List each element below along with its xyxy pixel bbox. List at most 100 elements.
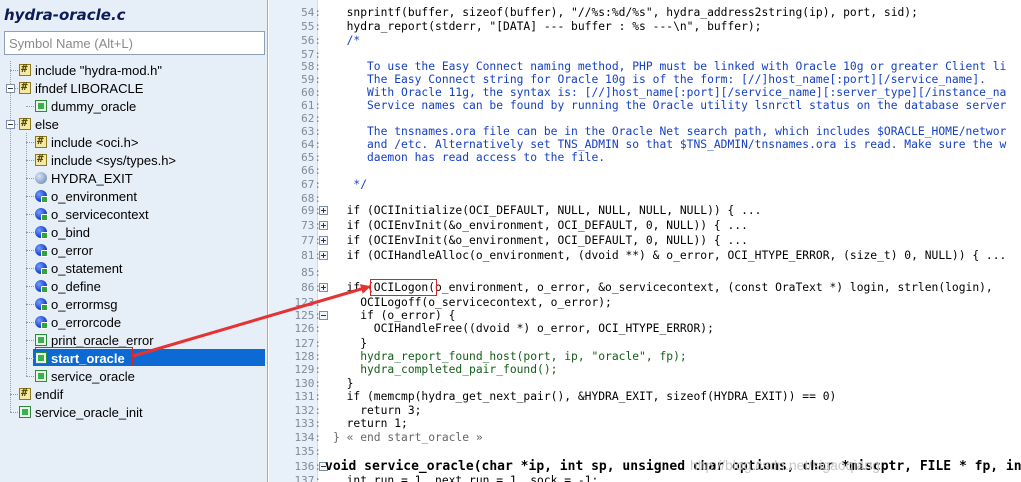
line-number: 136: xyxy=(294,460,322,473)
line-number: 131: xyxy=(294,390,322,403)
symbol-tree-label: o_error xyxy=(51,242,93,258)
symbol-tree-item[interactable]: o_errorcode xyxy=(35,313,122,331)
code-text: With Oracle 11g, the syntax is: [//]host… xyxy=(333,86,1007,99)
code-line: 55: hydra_report(stderr, "[DATA] --- buf… xyxy=(269,20,1021,33)
line-number: 62: xyxy=(301,112,321,125)
code-text: The tnsnames.ora file can be in the Orac… xyxy=(333,125,1007,138)
code-line: 61: Service names can be found by runnin… xyxy=(269,99,1021,112)
code-line: 128: hydra_report_found_host(port, ip, "… xyxy=(269,350,1021,363)
function-icon xyxy=(35,334,47,346)
symbol-tree-item[interactable]: dummy_oracle xyxy=(35,97,137,115)
fold-expand-icon[interactable] xyxy=(319,206,328,215)
symbol-tree-item[interactable]: ifndef LIBORACLE xyxy=(19,79,144,97)
line-number: 59: xyxy=(301,73,321,86)
code-line: 58: To use the Easy Connect naming metho… xyxy=(269,60,1021,73)
line-number: 129: xyxy=(294,363,322,376)
code-text: if (OCIEnvInit(&o_environment, OCI_DEFAU… xyxy=(333,234,748,247)
symbol-tree-label: service_oracle xyxy=(51,368,135,384)
symbol-tree-item[interactable]: o_servicecontext xyxy=(35,205,150,223)
tree-collapse-toggle[interactable] xyxy=(6,120,15,129)
code-line: 134: } « end start_oracle » xyxy=(269,431,1021,444)
symbol-tree-item[interactable]: o_errormsg xyxy=(35,295,118,313)
code-text: if (OCIInitialize(OCI_DEFAULT, NULL, NUL… xyxy=(333,204,762,217)
symbol-tree-item[interactable]: include <oci.h> xyxy=(35,133,139,151)
fold-expand-icon[interactable] xyxy=(319,251,328,260)
line-number: 132: xyxy=(294,404,322,417)
code-text: } xyxy=(333,337,368,350)
symbol-tree-item[interactable]: include <sys/types.h> xyxy=(35,151,177,169)
code-text: } « end start_oracle » xyxy=(333,431,483,444)
code-text: and /etc. Alternatively set TNS_ADMIN so… xyxy=(333,138,1007,151)
line-number: 55: xyxy=(301,20,321,33)
code-text: /* xyxy=(333,34,361,47)
code-text: if (OCIEnvInit(&o_environment, OCI_DEFAU… xyxy=(333,219,748,232)
symbol-tree-label: endif xyxy=(35,386,64,402)
symbol-tree-label: service_oracle_init xyxy=(35,404,143,420)
symbol-tree-item[interactable]: o_statement xyxy=(35,259,124,277)
line-number: 58: xyxy=(301,60,321,73)
fold-expand-icon[interactable] xyxy=(319,283,328,292)
watermark: http://blog.csdn.net/sigaoqiang xyxy=(690,457,880,473)
code-text: return 3; xyxy=(333,404,422,417)
code-line: 125: if (o_error) { xyxy=(269,309,1021,322)
line-number: 66: xyxy=(301,164,321,177)
symbol-tree-item[interactable]: endif xyxy=(19,385,64,403)
code-text: */ xyxy=(333,178,368,191)
conditional-icon xyxy=(19,116,31,130)
code-text: if (OCIHandleAlloc(o_environment, (dvoid… xyxy=(333,249,1007,262)
symbol-tree-label: o_environment xyxy=(51,188,137,204)
symbol-tree-item[interactable]: o_bind xyxy=(35,223,91,241)
code-line: 63: The tnsnames.ora file can be in the … xyxy=(269,125,1021,138)
code-line: 77: if (OCIEnvInit(&o_environment, OCI_D… xyxy=(269,234,1021,247)
ocilogon-annotation-box xyxy=(370,279,437,296)
line-number: 54: xyxy=(301,6,321,19)
code-text: void service_oracle(char *ip, int sp, un… xyxy=(325,459,1021,474)
symbol-search-input[interactable] xyxy=(4,31,265,55)
variable-icon xyxy=(35,208,48,221)
symbol-tree-item[interactable]: service_oracle_init xyxy=(19,403,144,421)
fold-collapse-icon[interactable] xyxy=(319,311,328,320)
code-line: 126: OCIHandleFree((dvoid *) o_error, OC… xyxy=(269,322,1021,335)
code-line: 135: xyxy=(269,445,1021,458)
symbol-tree-item[interactable]: include "hydra-mod.h" xyxy=(19,61,163,79)
variable-icon xyxy=(35,244,48,257)
code-text: } xyxy=(333,377,354,390)
symbol-tree-label: o_bind xyxy=(51,224,91,240)
code-text: OCIHandleFree((dvoid *) o_error, OCI_HTY… xyxy=(333,322,714,335)
selection-annotation-box xyxy=(35,347,133,366)
code-text: hydra_report_found_host(port, ip, "oracl… xyxy=(333,350,687,363)
code-editor[interactable]: 54: snprintf(buffer, sizeof(buffer), "//… xyxy=(269,0,1021,482)
line-number: 125: xyxy=(294,309,322,322)
code-line: 60: With Oracle 11g, the syntax is: [//]… xyxy=(269,86,1021,99)
symbol-panel: hydra-oracle.c include "hydra-mod.h" ifnd… xyxy=(0,0,268,482)
line-number: 64: xyxy=(301,138,321,151)
macro-icon xyxy=(35,172,47,184)
line-number: 134: xyxy=(294,431,322,444)
line-number: 63: xyxy=(301,125,321,138)
fold-expand-icon[interactable] xyxy=(319,221,328,230)
code-line: 133: return 1; xyxy=(269,417,1021,430)
tree-collapse-toggle[interactable] xyxy=(6,84,15,93)
symbol-tree-item[interactable]: o_error xyxy=(35,241,94,259)
code-line: 67: */ xyxy=(269,178,1021,191)
symbol-tree-label: o_define xyxy=(51,278,101,294)
line-number: 73: xyxy=(301,219,321,232)
code-line: 132: return 3; xyxy=(269,404,1021,417)
line-number: 60: xyxy=(301,86,321,99)
symbol-tree-label: o_servicecontext xyxy=(51,206,149,222)
symbol-tree-item[interactable]: service_oracle xyxy=(35,367,136,385)
fold-expand-icon[interactable] xyxy=(319,236,328,245)
symbol-tree-item[interactable]: else xyxy=(19,115,60,133)
source-insight-window: hydra-oracle.c include "hydra-mod.h" ifnd… xyxy=(0,0,1021,482)
code-line: 136: void service_oracle(char *ip, int sp… xyxy=(269,460,1021,473)
include-icon xyxy=(35,152,47,166)
symbol-tree-item[interactable]: o_define xyxy=(35,277,102,295)
line-number: 69: xyxy=(301,204,321,217)
line-number: 126: xyxy=(294,322,322,335)
symbol-tree-item[interactable]: HYDRA_EXIT xyxy=(35,169,134,187)
conditional-icon xyxy=(19,80,31,94)
line-number: 67: xyxy=(301,178,321,191)
symbol-tree-label: include <sys/types.h> xyxy=(51,152,177,168)
line-number: 56: xyxy=(301,34,321,47)
symbol-tree-item[interactable]: o_environment xyxy=(35,187,138,205)
